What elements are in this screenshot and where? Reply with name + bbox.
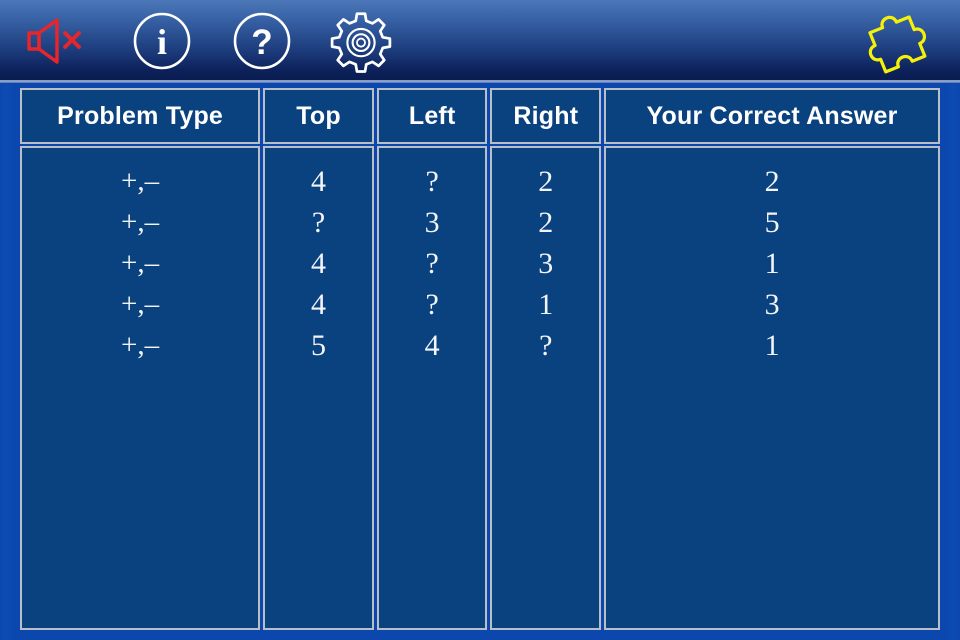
table-header-row: Problem Type Top Left Right Your Correct… bbox=[20, 88, 940, 144]
settings-button[interactable] bbox=[327, 8, 395, 74]
top-toolbar: i ? bbox=[0, 0, 960, 83]
header-label-problem-type: Problem Type bbox=[57, 101, 224, 130]
table-cell-value: 2 bbox=[538, 206, 554, 239]
table-cell-value: 1 bbox=[764, 329, 780, 362]
header-label-your-correct-answer: Your Correct Answer bbox=[646, 101, 898, 130]
table-cell-value: 2 bbox=[538, 165, 554, 198]
info-circle-icon: i bbox=[131, 10, 193, 72]
table-cell-value: 3 bbox=[538, 247, 554, 280]
puzzle-button[interactable] bbox=[862, 8, 930, 74]
header-cell-left: Left bbox=[376, 88, 488, 144]
table-body-row: +,– +,– +,– +,– +,– 4? 4 4 5 ? 3?? 4 2 2 3 1? 2 5 1 3 1 bbox=[20, 146, 940, 630]
table-cell-value: 3 bbox=[764, 288, 780, 321]
table-cell-value: 5 bbox=[311, 329, 327, 362]
body-cell-your-correct-answer: 2 5 1 3 1 bbox=[604, 146, 940, 630]
header-cell-problem-type: Problem Type bbox=[20, 88, 261, 144]
info-button[interactable]: i bbox=[128, 8, 196, 74]
header-label-left: Left bbox=[408, 101, 456, 130]
table-cell-value: +,– bbox=[121, 329, 160, 361]
value-list-left: ? 3?? 4 bbox=[379, 161, 486, 366]
table-cell-value: ? bbox=[425, 288, 439, 321]
puzzle-piece-icon bbox=[863, 10, 929, 74]
body-cell-left: ? 3?? 4 bbox=[376, 146, 488, 630]
table-cell-value: 3 bbox=[424, 206, 440, 239]
table-cell-value: 2 bbox=[764, 165, 780, 198]
svg-text:i: i bbox=[157, 22, 167, 62]
table-cell-value: +,– bbox=[121, 206, 160, 238]
table-cell-value: ? bbox=[425, 247, 439, 280]
table-cell-value: +,– bbox=[121, 247, 160, 279]
svg-text:?: ? bbox=[251, 23, 272, 62]
value-list-your-correct-answer: 2 5 1 3 1 bbox=[606, 161, 938, 366]
toolbar-divider bbox=[0, 80, 960, 83]
table-cell-value: ? bbox=[425, 165, 439, 198]
value-list-top: 4? 4 4 5 bbox=[265, 161, 372, 366]
table-cell-value: ? bbox=[311, 206, 326, 239]
header-cell-top: Top bbox=[263, 88, 374, 144]
table-cell-value: 4 bbox=[424, 329, 440, 362]
body-cell-right: 2 2 3 1? bbox=[490, 146, 602, 630]
header-label-right: Right bbox=[513, 101, 579, 130]
gear-icon bbox=[330, 10, 392, 73]
results-table: Problem Type Top Left Right Your Correct… bbox=[20, 88, 940, 630]
value-list-right: 2 2 3 1? bbox=[492, 161, 599, 366]
body-cell-top: 4? 4 4 5 bbox=[263, 146, 374, 630]
value-list-problem-type: +,– +,– +,– +,– +,– bbox=[22, 161, 258, 366]
table-cell-value: 1 bbox=[538, 288, 554, 321]
table-cell-value: 5 bbox=[764, 206, 780, 239]
help-button[interactable]: ? bbox=[228, 8, 296, 74]
question-circle-icon: ? bbox=[231, 10, 293, 72]
header-cell-your-correct-answer: Your Correct Answer bbox=[604, 88, 940, 144]
table-cell-value: 1 bbox=[764, 247, 780, 280]
table-cell-value: 4 bbox=[311, 247, 327, 280]
header-label-top: Top bbox=[296, 101, 341, 130]
mute-button[interactable] bbox=[22, 8, 90, 74]
table-cell-value: +,– bbox=[121, 165, 160, 197]
header-cell-right: Right bbox=[490, 88, 602, 144]
table-cell-value: +,– bbox=[121, 288, 160, 320]
app-root: i ? Problem Type Top Left Right Your Cor… bbox=[0, 0, 960, 640]
table-cell-value: 4 bbox=[311, 288, 327, 321]
speaker-mute-icon bbox=[25, 16, 87, 66]
table-cell-value: 4 bbox=[311, 165, 327, 198]
table-cell-value: ? bbox=[539, 329, 553, 362]
body-cell-problem-type: +,– +,– +,– +,– +,– bbox=[20, 146, 261, 630]
